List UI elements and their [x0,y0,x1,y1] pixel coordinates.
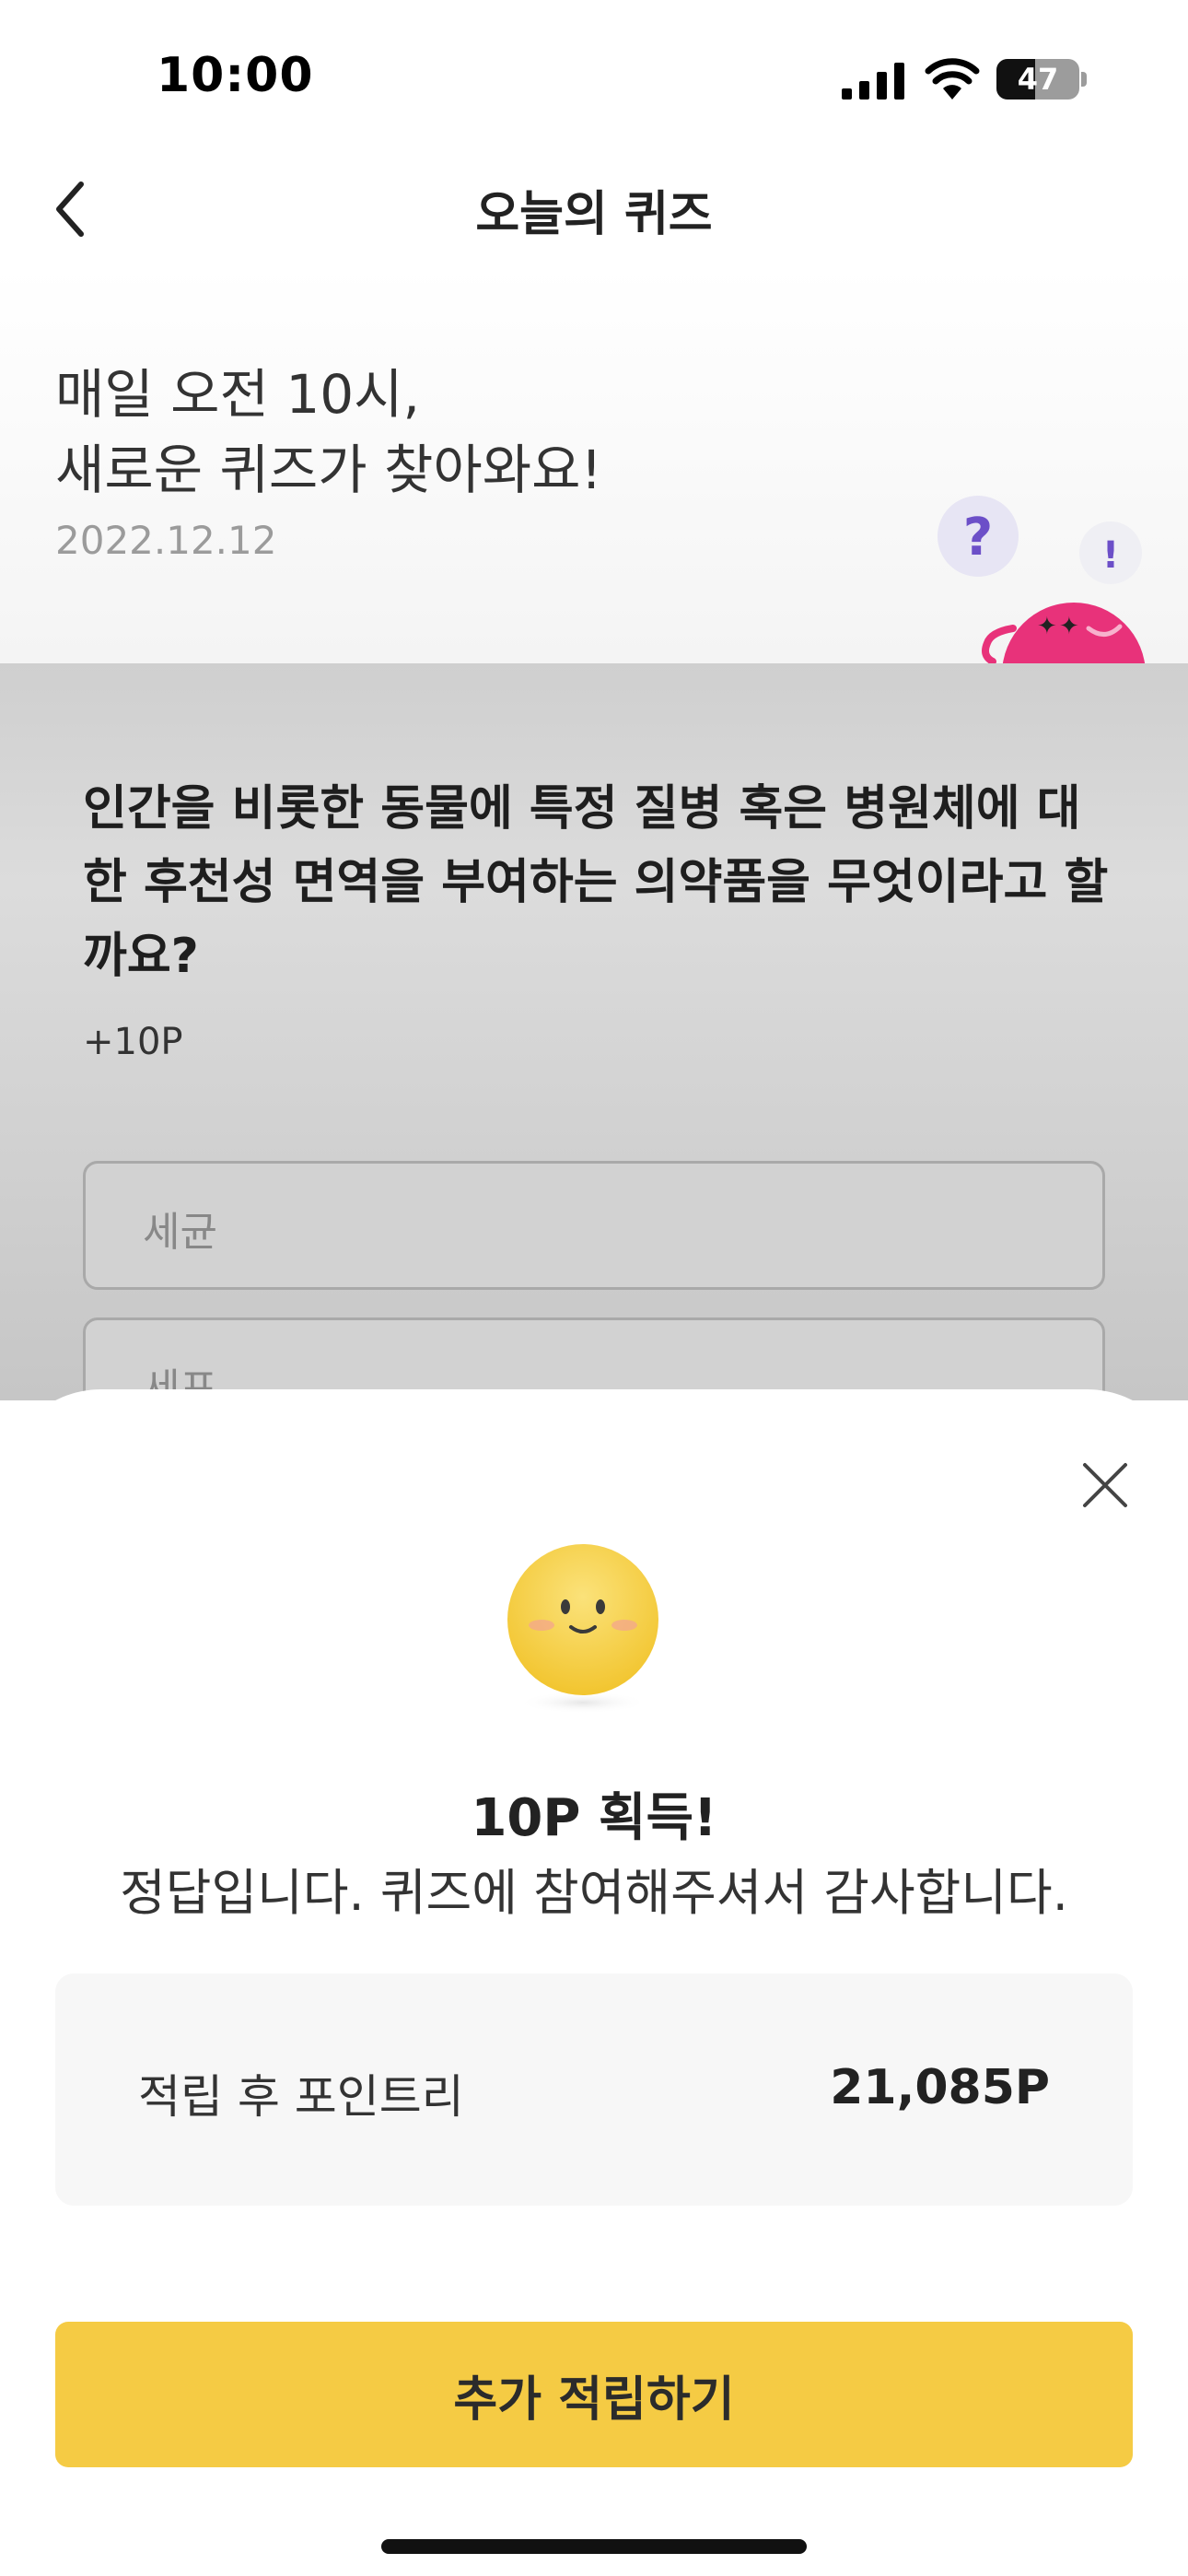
nav-header: 오늘의 퀴즈 [0,157,1188,267]
mascot-illustration: ? ! ✦ ✦ [938,496,1146,663]
exclamation-mark: ! [1102,534,1119,577]
reward-title: 10P 획득! [471,1788,717,1848]
quiz-question: 인간을 비롯한 동물에 특정 질병 혹은 병원체에 대한 후천성 면역을 부여하… [83,781,1109,984]
page-title: 오늘의 퀴즈 [475,187,713,242]
signal-icon [842,63,904,100]
quiz-intro: 매일 오전 10시, 새로운 퀴즈가 찾아와요! 2022.12.12 ? ! … [0,267,1188,663]
points-balance-label: 적립 후 포인트리 [138,2070,464,2124]
status-bar: 10:00 47 [0,0,1188,157]
earn-more-button[interactable]: 추가 적립하기 [55,2322,1133,2467]
home-indicator[interactable] [381,2539,807,2554]
battery-tip [1081,72,1087,87]
battery-level: 47 [1017,62,1059,97]
wifi-icon [925,58,980,100]
points-balance-value: 21,085P [830,2060,1050,2115]
quiz-date: 2022.12.12 [55,518,277,563]
answer-option-label: 세균 [143,1209,217,1256]
status-time: 10:00 [157,48,314,103]
close-icon[interactable] [1079,1459,1131,1511]
svg-text:✦: ✦ [1059,613,1079,640]
question-mark: ? [963,508,993,568]
reward-message: 정답입니다. 퀴즈에 참여해주셔서 감사합니다. [120,1864,1068,1922]
battery-icon: 47 [996,59,1079,100]
answer-option-1[interactable]: 세균 [83,1161,1105,1290]
intro-line-2: 새로운 퀴즈가 찾아와요! [55,439,602,501]
points-balance-panel: 적립 후 포인트리 21,085P [55,1973,1133,2206]
svg-text:✦: ✦ [1037,613,1057,640]
result-bottom-sheet: 10P 획득! 정답입니다. 퀴즈에 참여해주셔서 감사합니다. 적립 후 포인… [0,1389,1188,2576]
smiley-face-icon [507,1544,658,1714]
quiz-card: 인간을 비롯한 동물에 특정 질병 혹은 병원체에 대한 후천성 면역을 부여하… [0,663,1188,1446]
intro-line-1: 매일 오전 10시, [55,363,420,426]
quiz-points: +10P [83,1021,183,1063]
